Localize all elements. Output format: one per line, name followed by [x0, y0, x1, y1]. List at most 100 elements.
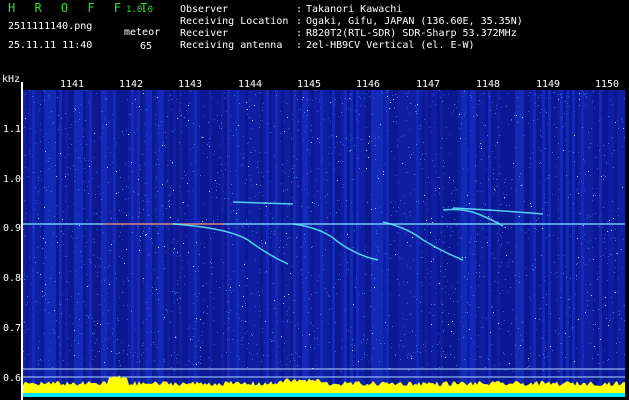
noise-band [449, 90, 452, 397]
noise-band [59, 90, 62, 397]
meteor-label: meteor [124, 27, 161, 38]
noise-band [278, 90, 281, 397]
file-name: 2511111140.png [8, 21, 93, 32]
noise-band [275, 90, 278, 397]
noise-band [542, 90, 545, 397]
noise-band [269, 90, 272, 397]
noise-band [344, 90, 347, 397]
noise-band [434, 90, 437, 397]
noise-band [35, 90, 38, 397]
noise-band [359, 90, 362, 397]
noise-band [254, 90, 257, 397]
noise-band [590, 90, 593, 397]
noise-band [119, 90, 122, 397]
noise-band [440, 90, 443, 397]
noise-band [596, 90, 599, 397]
noise-band [26, 90, 29, 397]
noise-band [23, 90, 26, 397]
noise-band [203, 90, 206, 397]
noise-band [479, 90, 482, 397]
noise-band [287, 90, 290, 397]
y-tick-label: 0.9 [3, 223, 22, 234]
noise-band [566, 90, 569, 397]
noise-band [614, 90, 617, 397]
noise-band [518, 90, 521, 397]
noise-band [239, 90, 242, 397]
meta-colon: : [296, 4, 303, 15]
noise-band [404, 90, 407, 397]
noise-band [533, 90, 536, 397]
noise-band [179, 90, 182, 397]
minute-tick-label: 1145 [297, 79, 322, 90]
noise-band [248, 90, 251, 397]
noise-band [65, 90, 68, 397]
noise-band [137, 90, 140, 397]
noise-band [593, 90, 596, 397]
noise-band [131, 90, 134, 397]
noise-band [515, 90, 518, 397]
noise-band [257, 90, 260, 397]
noise-band [398, 90, 401, 397]
noise-band [443, 90, 446, 397]
noise-band [548, 90, 551, 397]
noise-band [173, 90, 176, 397]
minute-tick-label: 1147 [416, 79, 441, 90]
noise-band [611, 90, 614, 397]
noise-band [224, 90, 227, 397]
noise-band [605, 90, 608, 397]
noise-band [512, 90, 515, 397]
noise-band [80, 90, 83, 397]
noise-band [272, 90, 275, 397]
noise-band [569, 90, 572, 397]
noise-band [281, 90, 284, 397]
noise-band [410, 90, 413, 397]
noise-band [572, 90, 575, 397]
minute-tick-label: 1144 [238, 79, 263, 90]
noise-band [536, 90, 539, 397]
noise-band [476, 90, 479, 397]
noise-band [98, 90, 101, 397]
noise-band [347, 90, 350, 397]
noise-band [167, 90, 170, 397]
noise-band [77, 90, 80, 397]
noise-band [407, 90, 410, 397]
meta-colon: : [296, 28, 303, 39]
noise-band [500, 90, 503, 397]
meta-colon: : [296, 40, 303, 51]
noise-band [116, 90, 119, 397]
noise-band [206, 90, 209, 397]
noise-band [413, 90, 416, 397]
y-tick-label: 0.7 [3, 323, 22, 334]
noise-band [467, 90, 470, 397]
noise-band [494, 90, 497, 397]
noise-band [506, 90, 509, 397]
noise-band [149, 90, 152, 397]
noise-band [377, 90, 380, 397]
noise-band [128, 90, 131, 397]
noise-band [185, 90, 188, 397]
noise-band [176, 90, 179, 397]
noise-band [524, 90, 527, 397]
noise-band [155, 90, 158, 397]
noise-band [296, 90, 299, 397]
noise-band [86, 90, 89, 397]
meta-key-antenna: Receiving antenna [180, 40, 283, 51]
noise-band [290, 90, 293, 397]
noise-band [584, 90, 587, 397]
noise-band [623, 90, 625, 397]
minute-tick-label: 1149 [536, 79, 561, 90]
noise-band [365, 90, 368, 397]
noise-band [125, 90, 128, 397]
y-tick-label: 1.1 [3, 124, 22, 135]
noise-band [395, 90, 398, 397]
noise-band [236, 90, 239, 397]
noise-band [158, 90, 161, 397]
noise-band [608, 90, 611, 397]
minute-tick-label: 1146 [356, 79, 381, 90]
noise-band [521, 90, 524, 397]
meta-key-location: Receiving Location [180, 16, 289, 27]
noise-band [461, 90, 464, 397]
noise-band [386, 90, 389, 397]
noise-band [53, 90, 56, 397]
noise-band [389, 90, 392, 397]
